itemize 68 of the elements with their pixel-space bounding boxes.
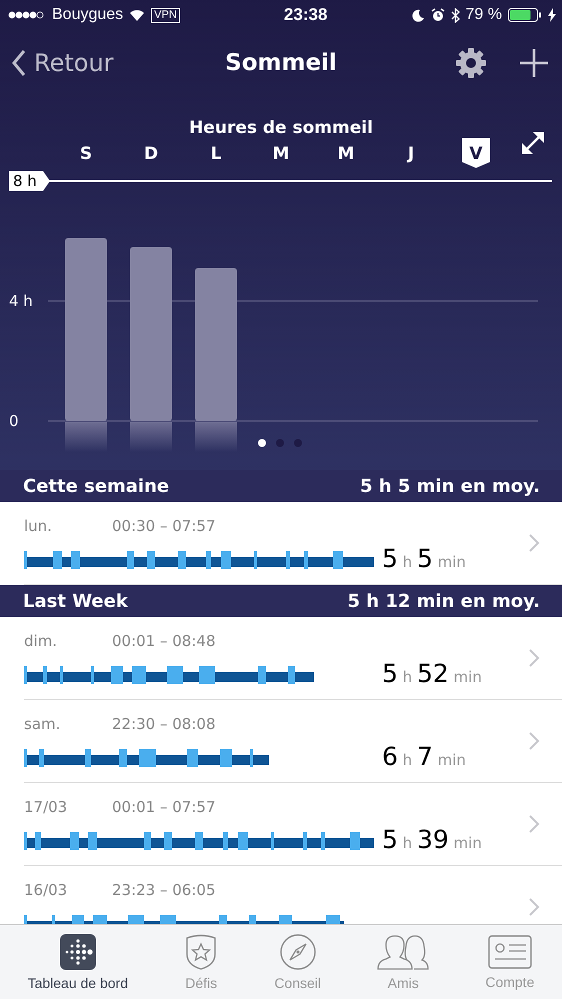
chart-title: Heures de sommeil [189, 118, 373, 138]
day-tab[interactable]: M [272, 144, 290, 164]
sleep-duration: 6 h 7 min [382, 740, 467, 770]
section-title: Last Week [23, 590, 128, 612]
wifi-icon [129, 9, 146, 21]
chevron-right-icon [528, 897, 540, 917]
sleep-row[interactable]: dim. 00:01 – 08:48 5 h 52 min [24, 617, 562, 700]
screen-title: Sommeil [224, 50, 338, 76]
sleep-row[interactable]: lun. 00:30 – 07:57 5 h 5 min [24, 502, 562, 585]
sleep-duration: 5 h 5 min [382, 542, 467, 572]
section-title: Cette semaine [23, 476, 170, 496]
page-dot[interactable] [294, 439, 302, 447]
day-tab[interactable]: S [80, 144, 92, 164]
row-times: 00:01 – 08:48 [112, 632, 216, 650]
dots-icon [60, 934, 96, 970]
axis-label: 0 [9, 412, 19, 430]
signal-icon [8, 11, 44, 19]
chevron-right-icon [528, 731, 540, 751]
day-tab[interactable]: J [408, 144, 414, 164]
people-icon [376, 934, 430, 970]
bar-reflection [130, 422, 172, 452]
tab-item[interactable]: Tableau de bord [28, 934, 128, 990]
sleep-row[interactable]: sam. 22:30 – 08:08 6 h 7 min [24, 700, 562, 783]
row-times: 23:23 – 06:05 [112, 881, 216, 899]
chevron-right-icon [528, 814, 540, 834]
sleep-duration: 5 h 52 min [382, 658, 483, 688]
battery-icon [508, 8, 542, 22]
battery-percent: 79 % [466, 6, 502, 24]
row-date: 16/03 [24, 881, 68, 899]
alarm-icon [430, 8, 445, 22]
id-card-icon [488, 934, 532, 968]
row-times: 00:01 – 07:57 [112, 798, 216, 816]
page-dot[interactable] [258, 439, 266, 447]
day-tab[interactable]: L [210, 144, 222, 164]
day-tab[interactable]: M [338, 144, 354, 164]
row-times: 00:30 – 07:57 [112, 517, 216, 535]
page-dot[interactable] [276, 439, 284, 447]
goal-label: 8 h [9, 171, 50, 191]
row-date: dim. [24, 632, 58, 650]
row-times: 22:30 – 08:08 [112, 715, 216, 733]
clock-time: 23:38 [282, 5, 328, 25]
settings-icon[interactable] [454, 46, 488, 80]
carrier-name: Bouygues [52, 6, 124, 24]
bluetooth-icon [450, 8, 460, 22]
chevron-left-icon [12, 49, 26, 77]
charging-icon [548, 8, 556, 22]
bar-reflection [195, 422, 237, 452]
sleep-row[interactable]: 17/03 00:01 – 07:57 5 h 39 min [24, 783, 562, 866]
day-tab[interactable]: V [462, 138, 490, 168]
row-date: lun. [24, 517, 53, 535]
chevron-right-icon [528, 533, 540, 553]
compass-icon [280, 934, 316, 970]
back-button[interactable]: Retour [12, 49, 114, 77]
bar-reflection [65, 422, 107, 452]
expand-icon[interactable] [520, 130, 546, 156]
chevron-right-icon [528, 648, 540, 668]
moon-icon [412, 8, 425, 22]
y-tick-label: 8 h [13, 172, 37, 190]
section-average: 5 h 12 min en moy. [347, 590, 540, 612]
row-date: sam. [24, 715, 62, 733]
sleep-duration: 5 h 39 min [382, 824, 483, 854]
axis-label: 4 h [9, 292, 33, 310]
x-tick-label: V [469, 144, 484, 164]
day-tab[interactable]: D [144, 144, 158, 164]
vpn-indicator: VPN [151, 8, 180, 22]
row-date: 17/03 [24, 798, 68, 816]
add-icon[interactable] [520, 49, 548, 77]
section-average: 5 h 5 min en moy. [360, 476, 540, 496]
